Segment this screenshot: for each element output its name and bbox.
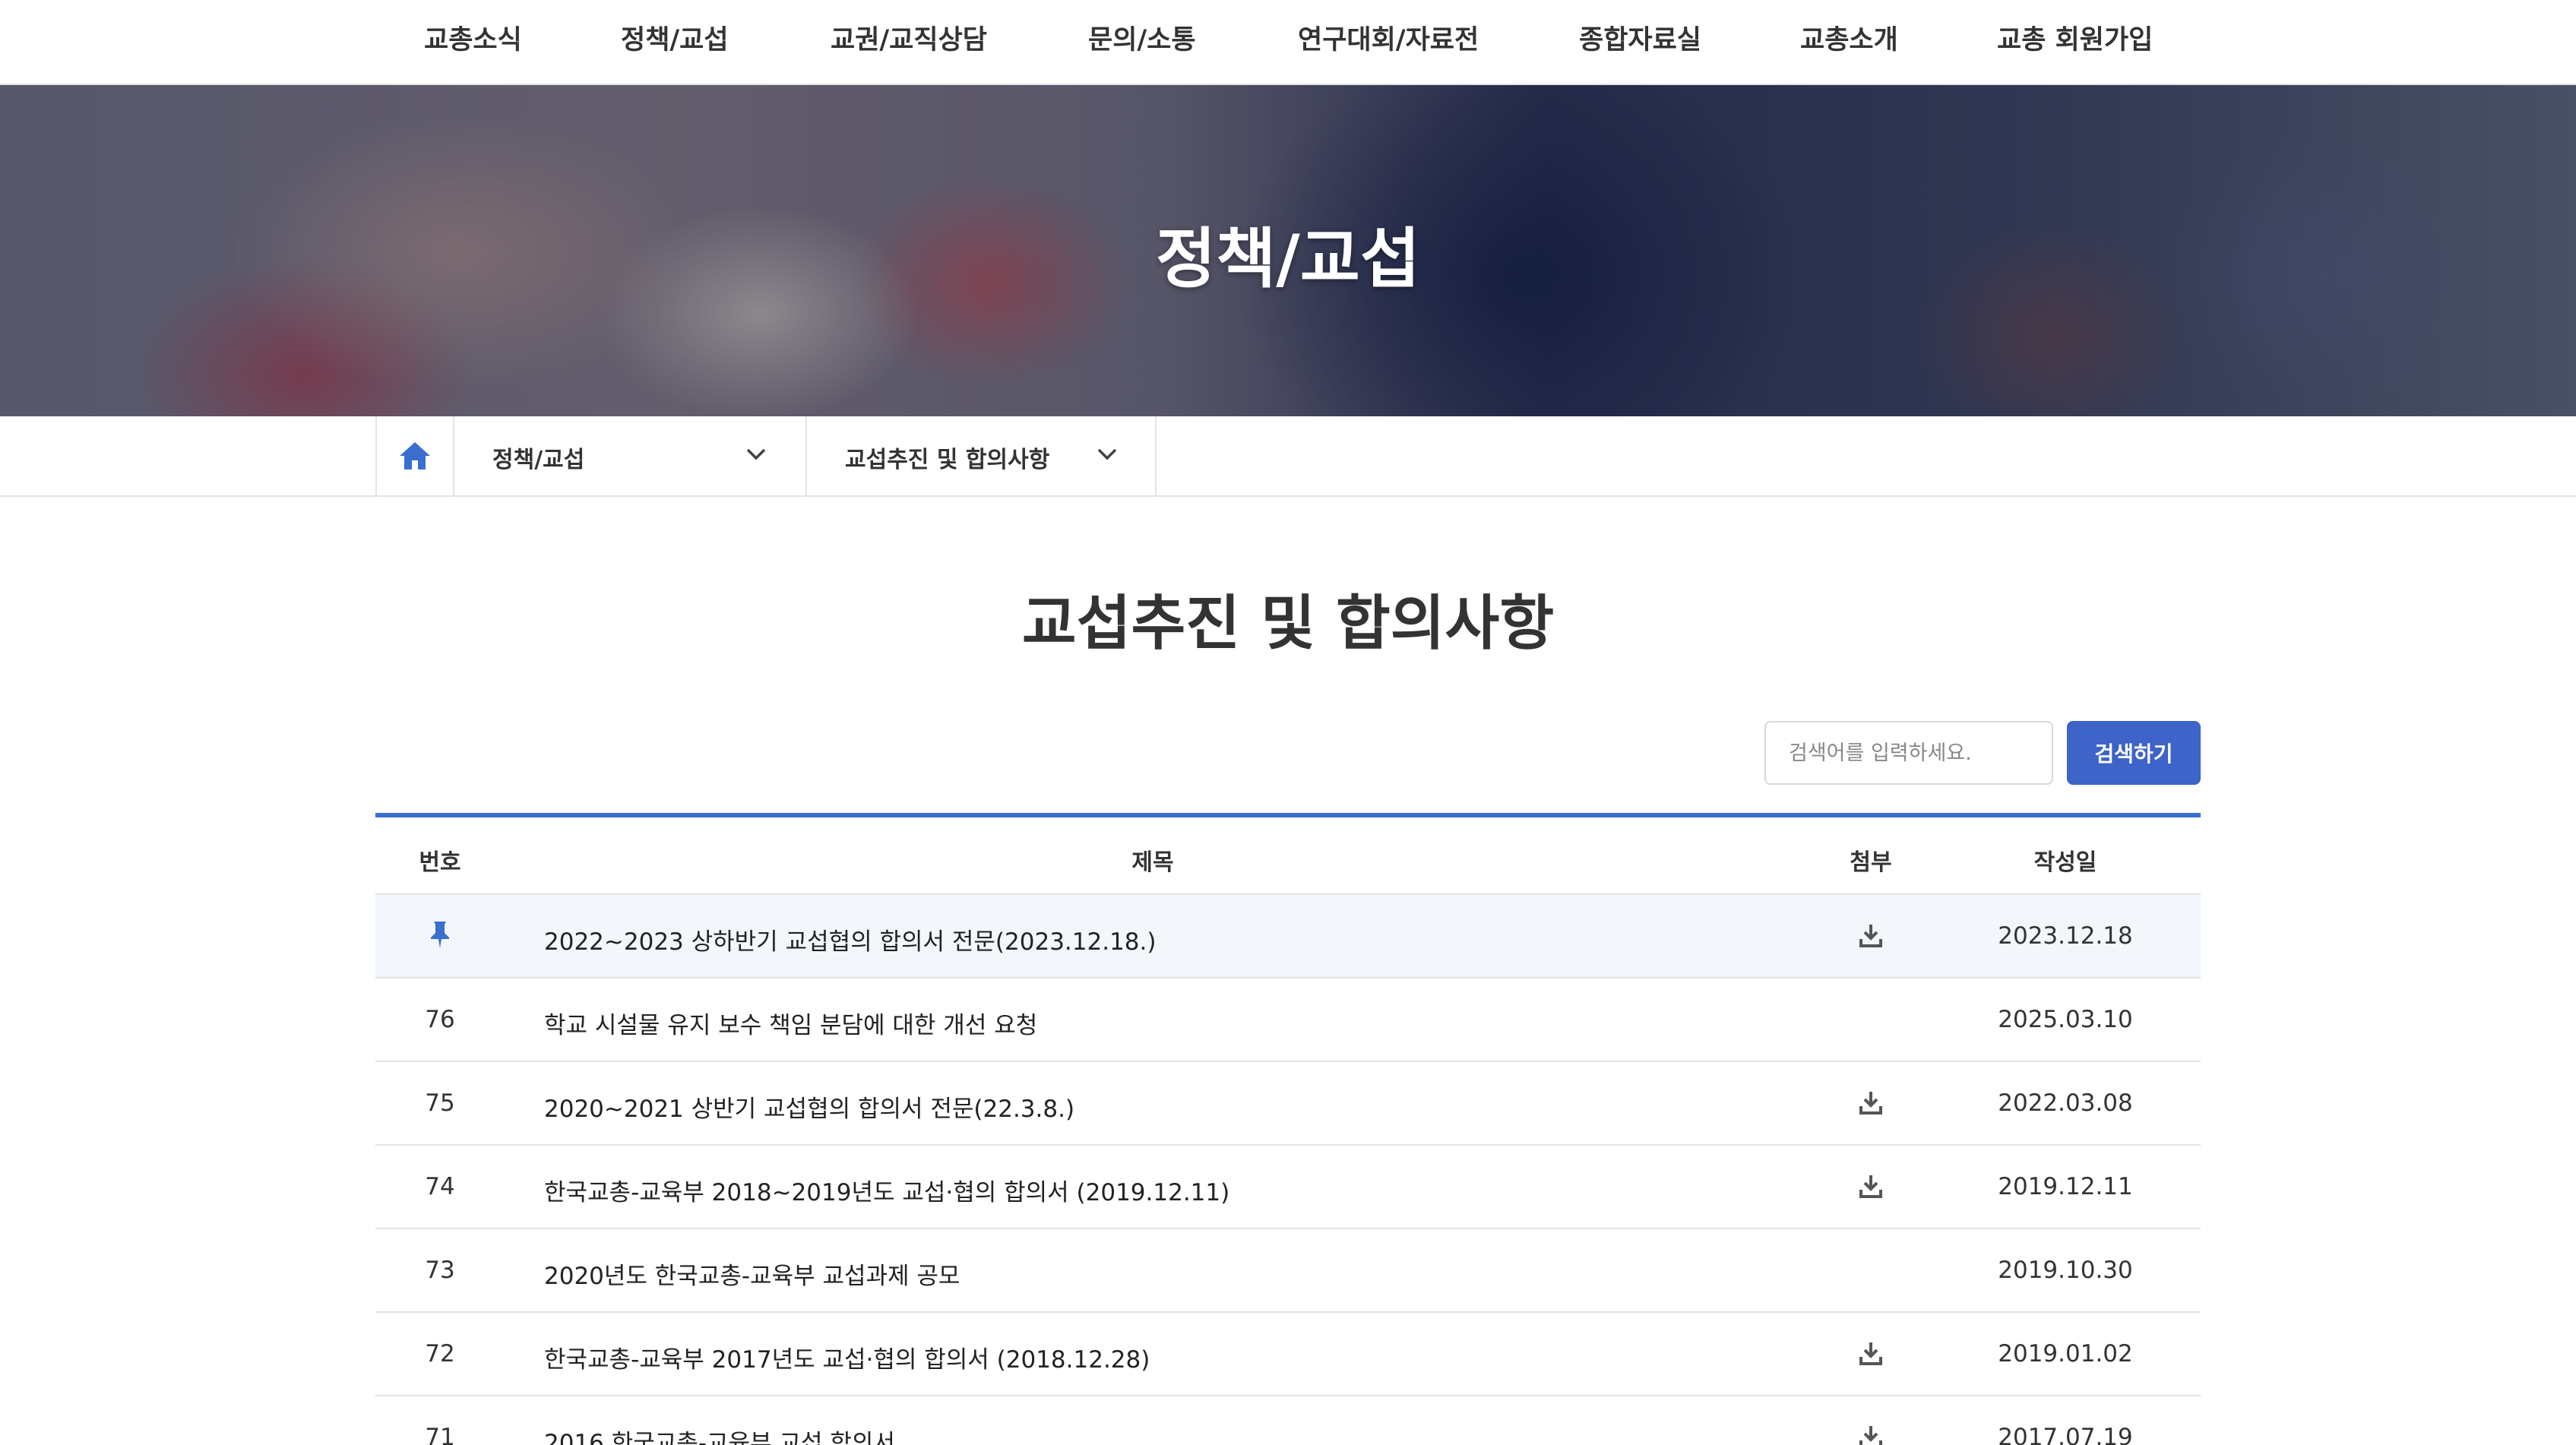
row-title[interactable]: 2020년도 한국교총-교육부 교섭과제 공모 [544, 1257, 960, 1291]
nav-item-about[interactable]: 교총소개 [1800, 18, 1898, 57]
row-date: 2019.10.30 [1998, 1257, 2133, 1284]
attachment-download[interactable] [1850, 1340, 1892, 1366]
hero-title: 정책/교섭 [1156, 221, 1420, 297]
pin-icon [431, 922, 449, 948]
breadcrumb-level1-label: 정책/교섭 [492, 447, 585, 473]
download-icon [1859, 1342, 1882, 1365]
nav-item-policy[interactable]: 정책/교섭 [621, 18, 729, 57]
row-title[interactable]: 학교 시설물 유지 보수 책임 분담에 대한 개선 요청 [544, 1006, 1037, 1040]
nav-item-join[interactable]: 교총 회원가입 [1997, 18, 2153, 57]
row-title[interactable]: 한국교총-교육부 2017년도 교섭·협의 합의서 (2018.12.28) [544, 1340, 1150, 1374]
header-number: 번호 [419, 849, 461, 876]
attachment-download[interactable] [1850, 1089, 1892, 1115]
row-date: 2025.03.10 [1998, 1006, 2133, 1033]
top-navigation: 교총소식 정책/교섭 교권/교직상담 문의/소통 연구대회/자료전 종합자료실 … [0, 0, 2576, 85]
search-input[interactable] [1764, 721, 2053, 785]
table-row[interactable]: 76 학교 시설물 유지 보수 책임 분담에 대한 개선 요청 2025.03.… [375, 979, 2201, 1062]
chevron-down-icon [746, 448, 766, 460]
header-title: 제목 [1131, 849, 1174, 876]
nav-item-contact[interactable]: 문의/소통 [1088, 18, 1196, 57]
table-row-notice[interactable]: 2022~2023 상하반기 교섭협의 합의서 전문(2023.12.18.) … [375, 895, 2201, 979]
breadcrumb-select-level1[interactable]: 정책/교섭 [454, 416, 807, 495]
breadcrumb-level2-label: 교섭추진 및 합의사항 [845, 447, 1050, 473]
row-title[interactable]: 2020~2021 상반기 교섭협의 합의서 전문(22.3.8.) [544, 1089, 1074, 1124]
row-title[interactable]: 2016 한국교총-교육부 교섭 합의서 [544, 1424, 895, 1445]
nav-item-archive[interactable]: 종합자료실 [1579, 18, 1701, 57]
nav-item-counseling[interactable]: 교권/교직상담 [831, 18, 987, 57]
header-attachment: 첨부 [1850, 849, 1892, 876]
download-icon [1859, 1092, 1882, 1115]
row-title[interactable]: 2022~2023 상하반기 교섭협의 합의서 전문(2023.12.18.) [544, 922, 1156, 956]
download-icon [1859, 925, 1882, 947]
nav-item-research[interactable]: 연구대회/자료전 [1298, 18, 1479, 57]
row-date: 2017.07.19 [1998, 1424, 2133, 1445]
row-date: 2019.01.02 [1998, 1340, 2133, 1368]
row-number: 71 [425, 1424, 455, 1445]
home-icon [400, 442, 430, 470]
attachment-download[interactable] [1850, 922, 1892, 948]
board-table: 번호 제목 첨부 작성일 2022~2023 상하반기 교섭협의 합의서 전문(… [375, 813, 2201, 1445]
header-date: 작성일 [2033, 849, 2097, 876]
table-row[interactable]: 74 한국교총-교육부 2018~2019년도 교섭·협의 합의서 (2019.… [375, 1146, 2201, 1229]
download-icon [1859, 1175, 1882, 1198]
attachment-download[interactable] [1850, 1424, 1892, 1445]
row-number: 72 [425, 1340, 455, 1368]
table-header: 번호 제목 첨부 작성일 [375, 817, 2201, 895]
row-number: 74 [425, 1173, 455, 1200]
breadcrumb-select-level2[interactable]: 교섭추진 및 합의사항 [807, 416, 1157, 495]
table-row[interactable]: 71 2016 한국교총-교육부 교섭 합의서 2017.07.19 [375, 1396, 2201, 1445]
chevron-down-icon [1097, 448, 1117, 460]
row-date: 2019.12.11 [1998, 1173, 2133, 1200]
attachment-download[interactable] [1850, 1173, 1892, 1199]
row-date: 2023.12.18 [1998, 922, 2133, 950]
nav-item-news[interactable]: 교총소식 [424, 18, 522, 57]
page-title: 교섭추진 및 합의사항 [1021, 590, 1555, 658]
breadcrumb-home-button[interactable] [375, 416, 454, 495]
row-title[interactable]: 한국교총-교육부 2018~2019년도 교섭·협의 합의서 (2019.12.… [544, 1173, 1229, 1207]
table-row[interactable]: 72 한국교총-교육부 2017년도 교섭·협의 합의서 (2018.12.28… [375, 1313, 2201, 1396]
download-icon [1859, 1426, 1882, 1445]
table-row[interactable]: 73 2020년도 한국교총-교육부 교섭과제 공모 2019.10.30 [375, 1229, 2201, 1313]
table-row[interactable]: 75 2020~2021 상반기 교섭협의 합의서 전문(22.3.8.) 20… [375, 1062, 2201, 1146]
row-date: 2022.03.08 [1998, 1089, 2133, 1117]
row-number: 76 [425, 1006, 455, 1033]
breadcrumb: 정책/교섭 교섭추진 및 합의사항 [0, 416, 2576, 497]
row-number: 73 [425, 1257, 455, 1284]
row-number: 75 [425, 1089, 455, 1117]
hero-banner: 정책/교섭 [0, 85, 2576, 416]
search-button[interactable]: 검색하기 [2067, 721, 2201, 785]
